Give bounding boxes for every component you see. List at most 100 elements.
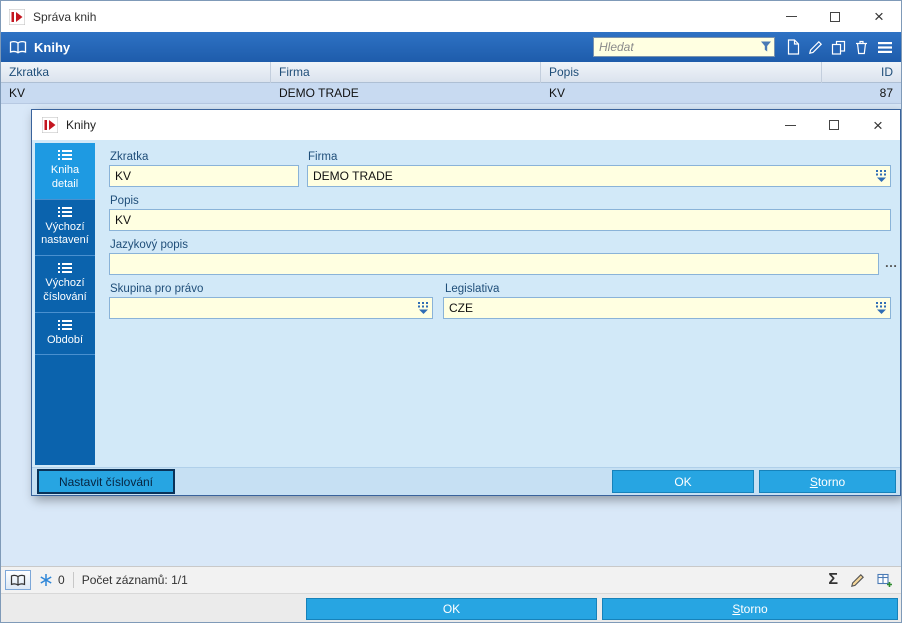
dialog-title: Knihy bbox=[66, 118, 97, 132]
popis-label: Popis bbox=[110, 195, 139, 207]
tab-obdobi[interactable]: Období bbox=[35, 313, 95, 356]
zkratka-label: Zkratka bbox=[110, 151, 149, 163]
jazykovy-popis-label: Jazykový popis bbox=[110, 239, 188, 251]
ok-label: OK bbox=[674, 474, 692, 489]
cell-firma: DEMO TRADE bbox=[279, 86, 359, 100]
cell-zkratka: KV bbox=[9, 86, 26, 100]
dialog-window: Knihy × Kniha detail Výchozí nastavení V… bbox=[31, 109, 901, 496]
copy-record-button[interactable] bbox=[827, 35, 850, 59]
nastavit-label: Nastavit číslování bbox=[58, 474, 154, 489]
dialog-titlebar: Knihy × bbox=[32, 110, 900, 140]
tab-label: Období bbox=[46, 333, 84, 346]
firma-dropdown-icon[interactable] bbox=[875, 170, 888, 182]
statusbar-divider bbox=[72, 572, 74, 588]
menu-hamburger-icon bbox=[877, 41, 892, 53]
list-icon bbox=[58, 319, 72, 330]
edit-pencil-button[interactable] bbox=[850, 573, 865, 588]
main-ok-button[interactable]: OK bbox=[306, 598, 597, 620]
table-add-button[interactable] bbox=[877, 573, 893, 588]
tab-label: Kniha detail bbox=[50, 164, 80, 190]
jazykovy-popis-ellipsis-button[interactable]: … bbox=[883, 256, 899, 272]
delete-trash-icon bbox=[856, 40, 867, 54]
column-header-zkratka[interactable]: Zkratka bbox=[1, 62, 271, 83]
nastavit-cislovani-button[interactable]: Nastavit číslování bbox=[38, 470, 174, 493]
maximize-icon bbox=[829, 120, 839, 130]
column-header-id[interactable]: ID bbox=[822, 62, 901, 83]
zkratka-field-wrap bbox=[109, 165, 299, 187]
dialog-close-button[interactable]: × bbox=[856, 110, 900, 140]
popis-input[interactable] bbox=[109, 209, 891, 231]
record-count-label: Počet záznamů: 1/1 bbox=[81, 573, 188, 587]
main-menu-button[interactable] bbox=[873, 35, 896, 59]
dialog-maximize-button[interactable] bbox=[812, 110, 856, 140]
close-icon: × bbox=[874, 7, 884, 26]
tab-kniha-detail[interactable]: Kniha detail bbox=[35, 143, 95, 200]
legislativa-field-wrap bbox=[443, 297, 891, 319]
table-header-row: Zkratka Firma Popis ID bbox=[1, 62, 901, 83]
edit-pencil-icon bbox=[808, 40, 823, 54]
app-logo bbox=[42, 117, 58, 133]
copy-icon bbox=[831, 40, 846, 55]
cell-popis: KV bbox=[549, 86, 566, 100]
skupina-pro-pravo-label: Skupina pro právo bbox=[110, 283, 204, 295]
firma-input[interactable] bbox=[307, 165, 891, 187]
tab-vychozi-nastaveni[interactable]: Výchozí nastavení bbox=[35, 200, 95, 256]
maximize-icon bbox=[830, 11, 840, 22]
open-book-icon bbox=[10, 574, 26, 586]
legislativa-dropdown-icon[interactable] bbox=[875, 302, 888, 314]
snowflake-icon bbox=[40, 574, 52, 586]
page-title: Knihy bbox=[34, 39, 71, 55]
skupina-pro-pravo-input[interactable] bbox=[109, 297, 433, 319]
legislativa-input[interactable] bbox=[443, 297, 891, 319]
ok-label: OK bbox=[442, 602, 461, 616]
minimize-button[interactable] bbox=[769, 1, 813, 32]
dialog-footer: Nastavit číslování OK Storno bbox=[32, 467, 900, 495]
storno-label: Storno bbox=[732, 602, 768, 616]
column-header-popis[interactable]: Popis bbox=[541, 62, 822, 83]
footer: OK Storno bbox=[1, 593, 901, 622]
dialog-minimize-button[interactable] bbox=[768, 110, 812, 140]
main-titlebar: Správa knih × bbox=[1, 1, 901, 32]
search-box bbox=[593, 37, 775, 57]
book-view-toggle[interactable] bbox=[5, 570, 31, 590]
tab-label: Výchozí nastavení bbox=[41, 220, 89, 247]
minimize-icon bbox=[785, 16, 797, 17]
delete-record-button[interactable] bbox=[850, 35, 873, 59]
zkratka-input[interactable] bbox=[109, 165, 299, 187]
close-button[interactable]: × bbox=[857, 1, 901, 32]
frozen-count: 0 bbox=[58, 573, 65, 587]
dialog-storno-button[interactable]: Storno bbox=[759, 470, 896, 493]
firma-field-wrap bbox=[307, 165, 891, 187]
legislativa-label: Legislativa bbox=[445, 283, 500, 295]
dialog-sidebar: Kniha detail Výchozí nastavení Výchozí č… bbox=[35, 143, 95, 465]
app-header: Knihy bbox=[1, 32, 901, 62]
list-icon bbox=[58, 206, 72, 217]
minimize-icon bbox=[784, 124, 796, 126]
window-title: Správa knih bbox=[33, 9, 97, 24]
main-window: Správa knih × Knihy Hledat Zkratka Firma… bbox=[0, 0, 902, 623]
filter-icon[interactable] bbox=[759, 40, 773, 53]
new-record-button[interactable] bbox=[781, 35, 804, 59]
storno-label: Storno bbox=[809, 474, 846, 489]
firma-label: Firma bbox=[308, 151, 338, 163]
app-logo bbox=[9, 8, 25, 25]
open-book-icon bbox=[9, 40, 27, 54]
popis-field-wrap bbox=[109, 209, 891, 231]
list-icon bbox=[58, 263, 72, 273]
main-storno-button[interactable]: Storno bbox=[602, 598, 898, 620]
tab-label: Výchozí číslování bbox=[43, 277, 87, 303]
close-icon: × bbox=[873, 115, 883, 135]
tab-vychozi-cislovani[interactable]: Výchozí číslování bbox=[35, 256, 95, 313]
search-input[interactable] bbox=[593, 37, 775, 57]
skupina-dropdown-icon[interactable] bbox=[417, 302, 430, 314]
edit-record-button[interactable] bbox=[804, 35, 827, 59]
table-row[interactable]: KV DEMO TRADE KV 87 bbox=[1, 83, 901, 104]
sum-button[interactable]: Σ bbox=[828, 572, 838, 588]
dialog-ok-button[interactable]: OK bbox=[612, 470, 754, 493]
jazykovy-popis-input[interactable] bbox=[109, 253, 879, 275]
maximize-button[interactable] bbox=[813, 1, 857, 32]
cell-id: 87 bbox=[879, 86, 893, 100]
new-document-icon bbox=[787, 39, 799, 55]
skupina-pro-pravo-field-wrap bbox=[109, 297, 433, 319]
column-header-firma[interactable]: Firma bbox=[271, 62, 541, 83]
